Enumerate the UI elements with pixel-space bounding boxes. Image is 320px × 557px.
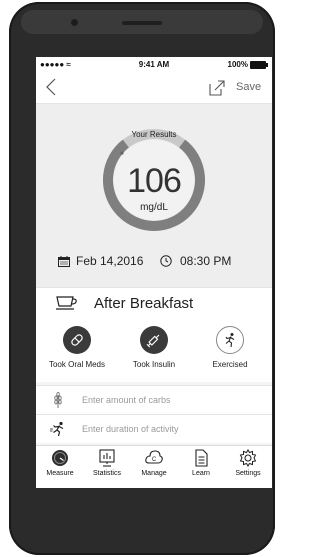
statistics-icon	[99, 449, 115, 467]
manage-icon: C	[145, 450, 163, 464]
took-oral-meds-label: Took Oral Meds	[48, 360, 106, 369]
tab-measure-label: Measure	[46, 470, 74, 477]
date-time-row: Feb 14,2016 08:30 PM	[36, 249, 272, 273]
battery-icon	[250, 61, 268, 69]
front-camera	[71, 19, 78, 26]
meal-selector[interactable]: After Breakfast	[36, 287, 272, 321]
clock-icon[interactable]	[160, 255, 172, 267]
svg-text:C: C	[152, 457, 157, 463]
results-label: Your Results	[131, 130, 177, 139]
runner-icon	[225, 333, 235, 348]
tab-statistics-label: Statistics	[92, 470, 121, 477]
exercised-label: Exercised	[212, 360, 248, 369]
tab-settings-label: Settings	[235, 470, 261, 477]
date-value[interactable]: Feb 14,2016	[76, 254, 143, 268]
save-button[interactable]: Save	[236, 81, 261, 93]
tab-manage[interactable]: C Manage	[131, 449, 177, 487]
learn-icon	[195, 449, 208, 467]
cup-icon	[56, 296, 77, 310]
settings-icon	[239, 449, 257, 467]
tab-statistics[interactable]: Statistics	[84, 449, 130, 487]
actions-row: Took Oral Meds Took Insulin Exercised	[36, 320, 272, 382]
meal-label: After Breakfast	[94, 295, 194, 312]
pill-icon	[71, 334, 83, 346]
speaker-grille	[122, 21, 162, 25]
exercised-toggle[interactable]: Exercised	[195, 326, 265, 382]
tab-bar: Measure Statistics C Manage Learn Settin…	[36, 445, 272, 488]
glucose-value: 106	[127, 162, 182, 200]
carbs-input[interactable]	[80, 391, 264, 409]
tab-learn-label: Learn	[192, 470, 210, 477]
nav-bar: Save	[36, 73, 272, 104]
carbs-row	[36, 385, 272, 414]
measure-icon	[52, 450, 68, 466]
activity-input[interactable]	[80, 420, 264, 438]
tab-measure[interactable]: Measure	[37, 449, 83, 487]
calendar-icon[interactable]	[58, 256, 70, 267]
battery-percent: 100%	[227, 60, 248, 69]
share-icon[interactable]	[208, 79, 226, 97]
took-insulin-label: Took Insulin	[132, 360, 176, 369]
status-bar: ●●●●● ≈ 9:41 AM 100%	[36, 57, 272, 73]
took-oral-meds-toggle[interactable]: Took Oral Meds	[42, 326, 112, 382]
app-screen: ●●●●● ≈ 9:41 AM 100% Save Your Results 1…	[36, 57, 272, 488]
activity-row	[36, 414, 272, 443]
tab-settings[interactable]: Settings	[225, 449, 271, 487]
wheat-icon	[54, 392, 62, 408]
glucose-unit: mg/dL	[140, 202, 168, 213]
back-icon[interactable]	[44, 77, 60, 97]
tab-manage-label: Manage	[141, 470, 167, 477]
time-value[interactable]: 08:30 PM	[180, 254, 231, 268]
syringe-icon	[146, 334, 160, 348]
tab-learn[interactable]: Learn	[178, 449, 224, 487]
results-panel: Your Results 106 mg/dL Feb 14,2016 08:30…	[36, 104, 272, 294]
took-insulin-toggle[interactable]: Took Insulin	[119, 326, 189, 382]
activity-icon	[50, 421, 64, 437]
